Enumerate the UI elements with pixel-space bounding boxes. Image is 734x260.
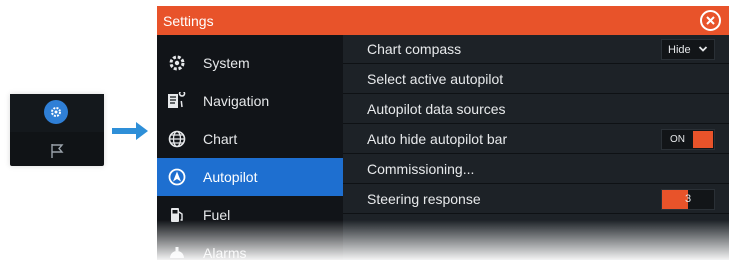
fuel-pump-icon: [167, 205, 187, 225]
flag-icon: [51, 144, 64, 158]
stage: Settings System Navigation Chart Autopil…: [0, 0, 734, 260]
sidebar-item-chart[interactable]: Chart: [157, 120, 343, 158]
settings-sidebar: System Navigation Chart Autopilot Fuel A…: [157, 35, 353, 260]
setting-label: Auto hide autopilot bar: [367, 131, 508, 147]
sidebar-item-label: Navigation: [203, 93, 270, 109]
title-bar: Settings: [157, 6, 729, 35]
sidebar-item-label: Autopilot: [203, 169, 258, 185]
setting-label: Steering response: [367, 191, 481, 207]
setting-label: Chart compass: [367, 41, 462, 57]
sidebar-item-navigation[interactable]: Navigation: [157, 82, 343, 120]
close-icon: [706, 16, 715, 25]
sidebar-item-autopilot[interactable]: Autopilot: [157, 158, 353, 196]
home-screen-preview: [10, 94, 104, 166]
sidebar-item-label: Alarms: [203, 245, 247, 260]
settings-gear-icon[interactable]: [44, 100, 68, 124]
sidebar-item-label: Fuel: [203, 207, 231, 223]
slider-value: 3: [685, 193, 692, 205]
settings-content: Chart compass Hide Select active autopil…: [343, 35, 729, 260]
chart-compass-dropdown[interactable]: Hide: [661, 39, 715, 60]
sidebar-item-system[interactable]: System: [157, 44, 343, 82]
setting-label: Commissioning...: [367, 161, 475, 177]
setting-row-chart-compass[interactable]: Chart compass Hide: [343, 35, 729, 64]
setting-label: Autopilot data sources: [367, 101, 506, 117]
setting-row-autopilot-data-sources[interactable]: Autopilot data sources: [343, 95, 729, 124]
settings-window: Settings System Navigation Chart Autopil…: [157, 6, 729, 260]
setting-row-select-active-autopilot[interactable]: Select active autopilot: [343, 65, 729, 94]
arrow-right-icon: [112, 122, 148, 140]
sidebar-item-label: System: [203, 55, 250, 71]
chevron-down-icon: [698, 46, 708, 52]
alarm-icon: [167, 243, 187, 260]
window-title: Settings: [163, 12, 214, 29]
close-button[interactable]: [700, 10, 721, 31]
setting-label: Select active autopilot: [367, 71, 504, 87]
globe-icon: [167, 129, 187, 149]
setting-row-steering-response[interactable]: Steering response 3: [343, 185, 729, 214]
dropdown-value: Hide: [668, 43, 691, 56]
sidebar-item-fuel[interactable]: Fuel: [157, 196, 343, 234]
sidebar-item-alarms[interactable]: Alarms: [157, 234, 343, 260]
toggle-knob: [693, 131, 713, 148]
steering-response-slider[interactable]: 3: [661, 189, 715, 210]
sidebar-item-label: Chart: [203, 131, 238, 147]
auto-hide-toggle[interactable]: ON: [661, 129, 715, 150]
setting-row-commissioning[interactable]: Commissioning...: [343, 155, 729, 184]
gear-icon: [167, 53, 187, 73]
autopilot-icon: [167, 167, 187, 187]
toggle-state: ON: [670, 134, 685, 145]
navigation-icon: [167, 91, 187, 111]
setting-row-auto-hide-autopilot-bar[interactable]: Auto hide autopilot bar ON: [343, 125, 729, 154]
